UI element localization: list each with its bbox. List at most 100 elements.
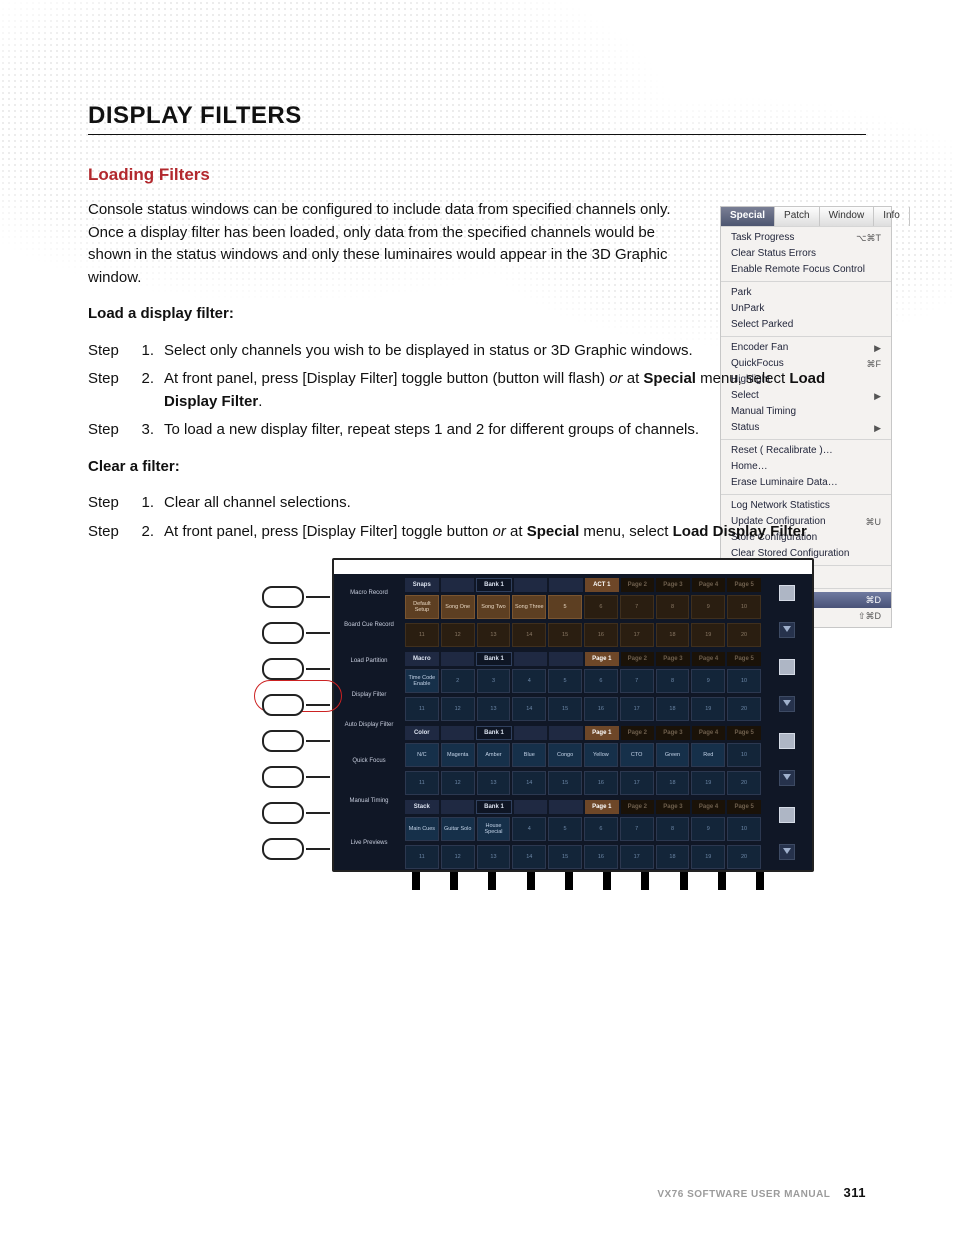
grid-cell[interactable]: Magenta [441, 743, 475, 767]
grid-cell[interactable]: Red [691, 743, 725, 767]
grid-cell[interactable]: Congo [548, 743, 582, 767]
grid-cell[interactable]: 5 [548, 669, 582, 693]
grid-cell[interactable]: House Special [477, 817, 511, 841]
grid-cell[interactable]: 16 [584, 771, 618, 795]
grid-cell[interactable]: Song Two [477, 595, 511, 619]
page-tab[interactable]: Page 5 [727, 726, 761, 740]
grid-cell[interactable]: 12 [441, 697, 475, 721]
grid-cell[interactable]: 12 [441, 771, 475, 795]
grid-cell[interactable]: 18 [656, 771, 690, 795]
grid-cell[interactable]: Blue [512, 743, 546, 767]
grid-cell[interactable]: 8 [656, 669, 690, 693]
grid-cell[interactable]: 13 [477, 771, 511, 795]
grid-cell[interactable]: 11 [405, 771, 439, 795]
grid-cell[interactable]: 17 [620, 771, 654, 795]
grid-cell[interactable]: Amber [477, 743, 511, 767]
down-arrow-icon[interactable] [779, 844, 795, 860]
grid-cell[interactable]: 13 [477, 623, 511, 647]
page-tab[interactable]: Page 2 [621, 578, 655, 592]
grid-cell[interactable]: 20 [727, 771, 761, 795]
page-tab[interactable]: Page 1 [585, 800, 619, 814]
grid-cell[interactable]: 19 [691, 697, 725, 721]
page-tab[interactable]: Page 5 [727, 800, 761, 814]
grid-cell[interactable]: 19 [691, 845, 725, 869]
grid-cell[interactable]: 20 [727, 845, 761, 869]
grid-cell[interactable]: 11 [405, 697, 439, 721]
grid-cell[interactable]: 7 [620, 817, 654, 841]
grid-cell[interactable]: Guitar Solo [441, 817, 475, 841]
grid-cell[interactable]: 14 [512, 697, 546, 721]
grid-cell[interactable]: 10 [727, 669, 761, 693]
grid-cell[interactable]: 6 [584, 669, 618, 693]
grid-cell[interactable]: N/C [405, 743, 439, 767]
panel-button[interactable] [262, 766, 304, 788]
page-tab[interactable]: Page 2 [621, 800, 655, 814]
grid-cell[interactable]: 9 [691, 595, 725, 619]
grid-cell[interactable]: 10 [727, 743, 761, 767]
palette-square[interactable] [779, 733, 795, 749]
page-tab[interactable]: Page 3 [656, 652, 690, 666]
palette-square[interactable] [779, 659, 795, 675]
panel-button[interactable] [262, 838, 304, 860]
grid-cell[interactable]: 20 [727, 623, 761, 647]
down-arrow-icon[interactable] [779, 622, 795, 638]
page-tab[interactable]: Page 3 [656, 800, 690, 814]
down-arrow-icon[interactable] [779, 770, 795, 786]
grid-cell[interactable]: 13 [477, 845, 511, 869]
grid-cell[interactable]: 14 [512, 845, 546, 869]
grid-cell[interactable]: 16 [584, 623, 618, 647]
page-tab[interactable]: ACT 1 [585, 578, 619, 592]
page-tab[interactable]: Page 2 [621, 652, 655, 666]
grid-cell[interactable]: Song Three [512, 595, 546, 619]
grid-cell[interactable]: Default Setup [405, 595, 439, 619]
grid-cell[interactable]: 14 [512, 771, 546, 795]
page-tab[interactable]: Page 5 [727, 578, 761, 592]
grid-cell[interactable]: Yellow [584, 743, 618, 767]
grid-cell[interactable]: 5 [548, 595, 582, 619]
page-tab[interactable]: Page 4 [692, 726, 726, 740]
grid-cell[interactable]: 12 [441, 845, 475, 869]
grid-cell[interactable]: 11 [405, 623, 439, 647]
grid-cell[interactable]: 18 [656, 845, 690, 869]
grid-cell[interactable]: 3 [477, 669, 511, 693]
grid-cell[interactable]: 16 [584, 697, 618, 721]
panel-button[interactable] [262, 586, 304, 608]
grid-cell[interactable]: CTO [620, 743, 654, 767]
grid-cell[interactable]: 15 [548, 771, 582, 795]
grid-cell[interactable]: 6 [584, 595, 618, 619]
grid-cell[interactable]: 15 [548, 697, 582, 721]
page-tab[interactable]: Page 4 [692, 800, 726, 814]
grid-cell[interactable]: 16 [584, 845, 618, 869]
grid-cell[interactable]: 10 [727, 595, 761, 619]
grid-cell[interactable]: 6 [584, 817, 618, 841]
panel-button[interactable] [262, 694, 304, 716]
grid-cell[interactable]: 17 [620, 697, 654, 721]
grid-cell[interactable]: 10 [727, 817, 761, 841]
panel-button[interactable] [262, 802, 304, 824]
grid-cell[interactable]: Main Cues [405, 817, 439, 841]
grid-cell[interactable]: 5 [548, 817, 582, 841]
page-tab[interactable]: Page 3 [656, 578, 690, 592]
palette-square[interactable] [779, 585, 795, 601]
grid-cell[interactable]: 15 [548, 845, 582, 869]
grid-cell[interactable]: 11 [405, 845, 439, 869]
grid-cell[interactable]: 9 [691, 669, 725, 693]
page-tab[interactable]: Page 4 [692, 652, 726, 666]
grid-cell[interactable]: 20 [727, 697, 761, 721]
grid-cell[interactable]: 17 [620, 845, 654, 869]
grid-cell[interactable]: Time Code Enable [405, 669, 439, 693]
page-tab[interactable]: Page 5 [727, 652, 761, 666]
grid-cell[interactable]: 12 [441, 623, 475, 647]
grid-cell[interactable]: Green [656, 743, 690, 767]
grid-cell[interactable]: 4 [512, 669, 546, 693]
page-tab[interactable]: Page 1 [585, 726, 619, 740]
page-tab[interactable]: Page 3 [656, 726, 690, 740]
page-tab[interactable]: Page 1 [585, 652, 619, 666]
grid-cell[interactable]: 13 [477, 697, 511, 721]
grid-cell[interactable]: 8 [656, 817, 690, 841]
grid-cell[interactable]: Song One [441, 595, 475, 619]
down-arrow-icon[interactable] [779, 696, 795, 712]
grid-cell[interactable]: 18 [656, 623, 690, 647]
grid-cell[interactable]: 7 [620, 669, 654, 693]
page-tab[interactable]: Page 2 [621, 726, 655, 740]
